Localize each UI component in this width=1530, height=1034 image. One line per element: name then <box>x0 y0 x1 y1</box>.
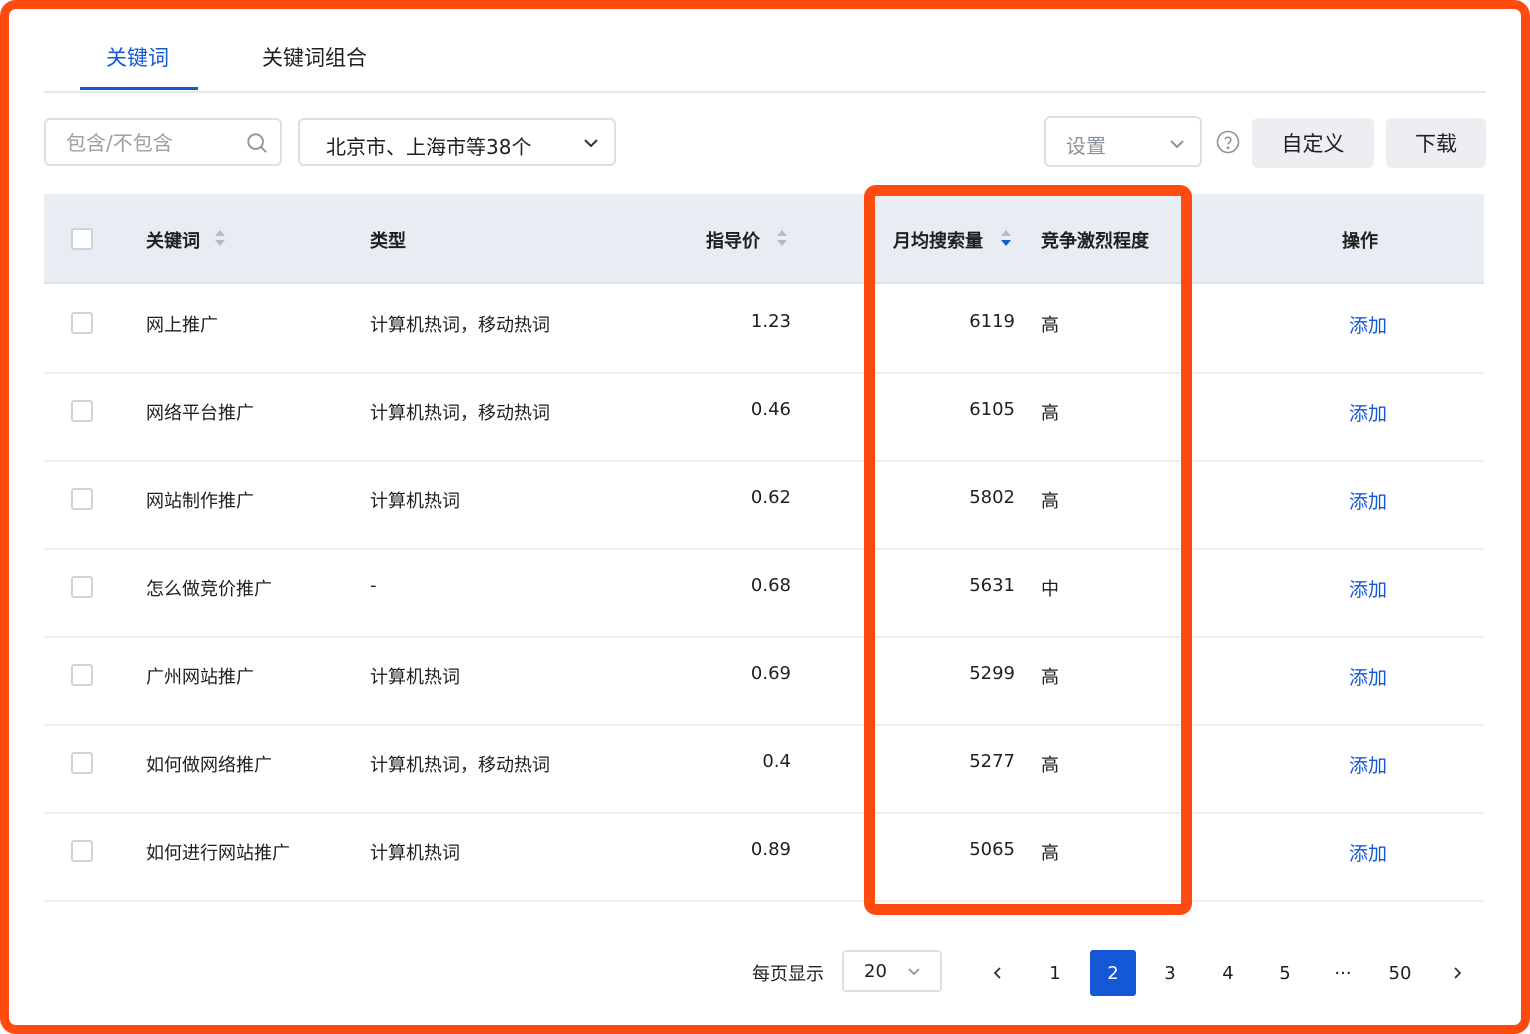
header-price: 指导价 <box>706 231 760 252</box>
cell-monthly-volume: 6105 <box>969 399 1015 420</box>
cell-keyword: 如何做网络推广 <box>146 755 272 776</box>
header-monthly-volume: 月均搜索量 <box>893 231 983 252</box>
cell-price: 1.23 <box>750 311 791 332</box>
table-row: 怎么做竞价推广 - 0.68 5631 中 添加 <box>44 548 1484 638</box>
cell-price: 0.46 <box>750 399 791 420</box>
sort-desc-icon[interactable] <box>1000 228 1012 248</box>
search-box <box>44 118 282 166</box>
add-link[interactable]: 添加 <box>1349 575 1387 602</box>
search-input[interactable] <box>64 120 243 166</box>
table-row: 网站制作推广 计算机热词 0.62 5802 高 添加 <box>44 460 1484 550</box>
settings-select[interactable]: 设置 <box>1044 116 1202 167</box>
row-checkbox[interactable] <box>71 400 93 422</box>
cell-type: 计算机热词 <box>370 667 460 688</box>
cell-competition: 高 <box>1041 843 1059 864</box>
region-select[interactable]: 北京市、上海市等38个 <box>298 118 616 166</box>
row-checkbox[interactable] <box>71 664 93 686</box>
cell-keyword: 网站制作推广 <box>146 491 254 512</box>
cell-type: 计算机热词 <box>370 491 460 512</box>
chevron-down-icon <box>584 139 598 148</box>
page-size-value: 20 <box>864 961 887 982</box>
add-link[interactable]: 添加 <box>1349 311 1387 338</box>
download-button[interactable]: 下载 <box>1386 118 1486 168</box>
per-page-label: 每页显示 <box>752 964 824 985</box>
search-icon[interactable] <box>246 132 268 154</box>
cell-competition: 高 <box>1041 667 1059 688</box>
page-1-button[interactable]: 1 <box>1032 950 1078 996</box>
region-select-value: 北京市、上海市等38个 <box>326 135 532 159</box>
chevron-down-icon <box>908 968 920 976</box>
cell-monthly-volume: 5299 <box>969 663 1015 684</box>
cell-competition: 高 <box>1041 755 1059 776</box>
add-link[interactable]: 添加 <box>1349 663 1387 690</box>
cell-competition: 高 <box>1041 491 1059 512</box>
add-link[interactable]: 添加 <box>1349 399 1387 426</box>
chevron-right-icon <box>1454 967 1462 979</box>
active-tab-indicator <box>80 87 198 90</box>
cell-price: 0.68 <box>750 575 791 596</box>
page-50-button[interactable]: 50 <box>1377 950 1423 996</box>
header-competition: 竞争激烈程度 <box>1041 231 1149 252</box>
table-row: 广州网站推广 计算机热词 0.69 5299 高 添加 <box>44 636 1484 726</box>
page-2-button[interactable]: 2 <box>1090 950 1136 996</box>
cell-type: 计算机热词，移动热词 <box>370 315 550 336</box>
header-keyword: 关键词 <box>146 231 200 252</box>
next-page-button[interactable] <box>1434 950 1480 996</box>
tab-bar: 关键词 关键词组合 <box>44 18 1486 93</box>
row-checkbox[interactable] <box>71 312 93 334</box>
tab-keyword-combos[interactable]: 关键词组合 <box>262 42 367 72</box>
cell-keyword: 网络平台推广 <box>146 403 254 424</box>
cell-competition: 中 <box>1041 579 1059 600</box>
sort-icon[interactable] <box>214 228 226 248</box>
table-row: 网络平台推广 计算机热词，移动热词 0.46 6105 高 添加 <box>44 372 1484 462</box>
cell-monthly-volume: 6119 <box>969 311 1015 332</box>
cell-competition: 高 <box>1041 403 1059 424</box>
cell-keyword: 怎么做竞价推广 <box>146 579 272 600</box>
customize-button[interactable]: 自定义 <box>1252 118 1374 168</box>
cell-keyword: 如何进行网站推广 <box>146 843 290 864</box>
help-icon[interactable] <box>1216 130 1240 154</box>
header-type: 类型 <box>370 231 406 252</box>
page-5-button[interactable]: 5 <box>1262 950 1308 996</box>
prev-page-button[interactable] <box>975 950 1021 996</box>
page-4-button[interactable]: 4 <box>1205 950 1251 996</box>
cell-price: 0.4 <box>762 751 791 772</box>
add-link[interactable]: 添加 <box>1349 751 1387 778</box>
page-size-select[interactable]: 20 <box>842 950 942 992</box>
row-checkbox[interactable] <box>71 576 93 598</box>
row-checkbox[interactable] <box>71 488 93 510</box>
select-all-checkbox[interactable] <box>71 228 93 250</box>
row-checkbox[interactable] <box>71 752 93 774</box>
cell-price: 0.69 <box>750 663 791 684</box>
cell-type: - <box>370 575 377 596</box>
row-checkbox[interactable] <box>71 840 93 862</box>
table-row: 如何进行网站推广 计算机热词 0.89 5065 高 添加 <box>44 812 1484 902</box>
cell-monthly-volume: 5065 <box>969 839 1015 860</box>
cell-keyword: 广州网站推广 <box>146 667 254 688</box>
cell-monthly-volume: 5631 <box>969 575 1015 596</box>
settings-select-value: 设置 <box>1066 134 1106 158</box>
cell-type: 计算机热词，移动热词 <box>370 755 550 776</box>
cell-type: 计算机热词 <box>370 843 460 864</box>
cell-price: 0.62 <box>750 487 791 508</box>
table-row: 如何做网络推广 计算机热词，移动热词 0.4 5277 高 添加 <box>44 724 1484 814</box>
cell-monthly-volume: 5277 <box>969 751 1015 772</box>
chevron-down-icon <box>1170 140 1184 149</box>
table-header: 关键词 类型 指导价 月均搜索量 竞争激烈程度 操作 <box>44 194 1484 284</box>
cell-keyword: 网上推广 <box>146 315 218 336</box>
add-link[interactable]: 添加 <box>1349 487 1387 514</box>
tab-keywords[interactable]: 关键词 <box>106 42 169 72</box>
chevron-left-icon <box>993 967 1001 979</box>
table-row: 网上推广 计算机热词，移动热词 1.23 6119 高 添加 <box>44 284 1484 374</box>
cell-competition: 高 <box>1041 315 1059 336</box>
add-link[interactable]: 添加 <box>1349 839 1387 866</box>
sort-icon[interactable] <box>776 228 788 248</box>
page-3-button[interactable]: 3 <box>1147 950 1193 996</box>
page-ellipsis[interactable]: ··· <box>1320 950 1366 996</box>
cell-monthly-volume: 5802 <box>969 487 1015 508</box>
cell-type: 计算机热词，移动热词 <box>370 403 550 424</box>
header-action: 操作 <box>1342 231 1378 252</box>
cell-price: 0.89 <box>750 839 791 860</box>
